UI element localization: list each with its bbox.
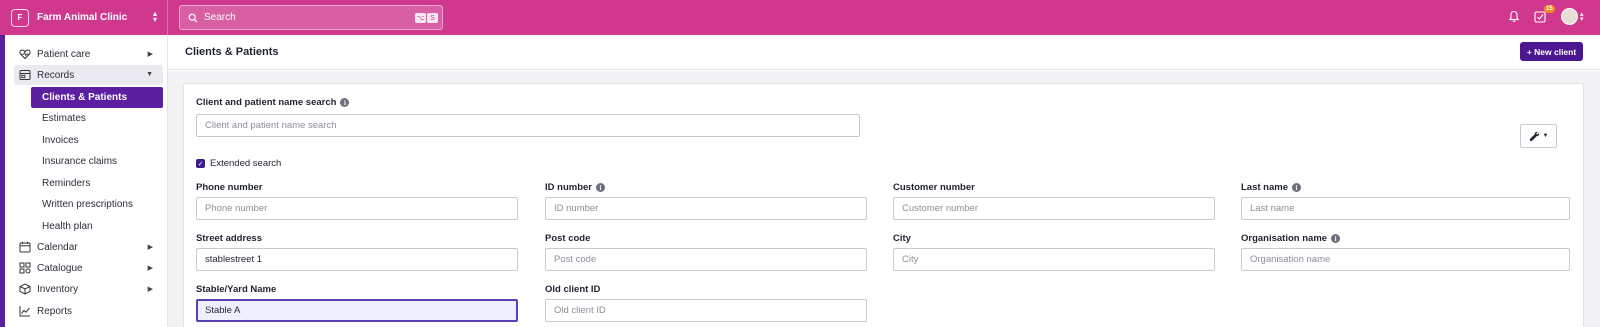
- name-search-label-text: Client and patient name search: [196, 97, 337, 108]
- tasks-badge: 15: [1544, 5, 1555, 13]
- phone-number-label: Phone number: [196, 182, 263, 193]
- id-number-input[interactable]: [545, 197, 867, 220]
- stable-yard-name-label-text: Stable/Yard Name: [196, 284, 277, 295]
- name-search-label: Client and patient name search i: [196, 97, 350, 108]
- sidebar-subitem-reminders[interactable]: Reminders: [31, 173, 163, 194]
- info-icon[interactable]: i: [1292, 183, 1301, 192]
- street-address-label-text: Street address: [196, 233, 263, 244]
- sidebar-item-patient-care[interactable]: Patient care ▶: [14, 44, 163, 64]
- shortcut-key-option: ⌥: [415, 13, 426, 23]
- caret-right-icon: ▶: [147, 286, 153, 293]
- extended-search-checkbox[interactable]: ✓ Extended search: [196, 158, 281, 169]
- info-icon[interactable]: i: [1331, 234, 1341, 243]
- records-icon: [19, 70, 31, 80]
- sidebar-item-records[interactable]: Records ▼: [14, 65, 163, 85]
- chevron-up-down-icon[interactable]: ▴ ▾: [1580, 11, 1584, 23]
- old-client-id-input[interactable]: [545, 299, 867, 322]
- checkmark-icon: ✓: [196, 159, 205, 168]
- sidebar-item-calendar[interactable]: Calendar ▶: [14, 237, 163, 257]
- caret-right-icon: ▶: [147, 51, 153, 58]
- city-input[interactable]: [893, 248, 1215, 271]
- sidebar-subitem-health-plan[interactable]: Health plan: [31, 216, 163, 237]
- sidebar-item-label: Catalogue: [37, 262, 83, 274]
- sidebar-item-label: Patient care: [37, 48, 91, 60]
- page-title: Clients & Patients: [185, 46, 279, 58]
- organisation-name-input[interactable]: [1241, 248, 1570, 271]
- customer-number-input[interactable]: [893, 197, 1215, 220]
- caret-down-icon: ▼: [146, 71, 153, 78]
- customer-number-label-text: Customer number: [893, 182, 975, 193]
- new-client-button[interactable]: + New client: [1520, 42, 1583, 61]
- wrench-icon: [1529, 131, 1539, 141]
- organisation-name-label: Organisation name i: [1241, 233, 1341, 244]
- sidebar-item-label: Records: [37, 69, 75, 81]
- customer-number-label: Customer number: [893, 182, 975, 193]
- stable-yard-name-label: Stable/Yard Name: [196, 284, 276, 295]
- page-header: Clients & Patients + New client: [168, 35, 1600, 70]
- main-content: Client and patient name search i ▼ ✓ Ext…: [168, 71, 1600, 327]
- info-icon[interactable]: i: [340, 98, 350, 107]
- street-address-label: Street address: [196, 233, 262, 244]
- id-number-label-text: ID number: [545, 182, 592, 193]
- id-number-label: ID number i: [545, 182, 605, 193]
- info-icon[interactable]: i: [595, 183, 605, 192]
- city-label: City: [893, 233, 911, 244]
- search-icon: [188, 13, 198, 22]
- heart-pulse-icon: [19, 49, 31, 60]
- name-search-input[interactable]: [196, 114, 860, 137]
- street-address-input[interactable]: [196, 248, 518, 271]
- caret-right-icon: ▶: [147, 265, 153, 272]
- post-code-label-text: Post code: [545, 233, 591, 244]
- last-name-label: Last name i: [1241, 182, 1301, 193]
- city-label-text: City: [893, 233, 911, 244]
- last-name-label-text: Last name: [1241, 182, 1288, 193]
- bell-icon[interactable]: [1508, 10, 1520, 23]
- sidebar-item-label: Inventory: [37, 283, 79, 295]
- phone-number-label-text: Phone number: [196, 182, 263, 193]
- organisation-name-label-text: Organisation name: [1241, 233, 1328, 244]
- phone-number-input[interactable]: [196, 197, 518, 220]
- sidebar-item-inventory[interactable]: Inventory ▶: [14, 279, 163, 299]
- sidebar-subitem-invoices[interactable]: Invoices: [31, 130, 163, 151]
- search-settings-button[interactable]: ▼: [1520, 124, 1557, 148]
- org-switcher[interactable]: F Farm Animal Clinic ▴ ▾: [5, 0, 168, 35]
- catalogue-icon: [19, 262, 31, 274]
- search-card: Client and patient name search i ▼ ✓ Ext…: [183, 83, 1584, 327]
- sidebar-item-reports[interactable]: Reports: [14, 301, 163, 321]
- stable-yard-name-input[interactable]: [196, 299, 518, 322]
- sidebar: Patient care ▶ Records ▼ Clients & Patie…: [5, 35, 168, 327]
- sidebar-subitem-clients-patients[interactable]: Clients & Patients: [31, 87, 163, 108]
- old-client-id-label: Old client ID: [545, 284, 600, 295]
- last-name-input[interactable]: [1241, 197, 1570, 220]
- sidebar-subitem-estimates[interactable]: Estimates: [31, 108, 163, 129]
- sidebar-subitem-written-prescriptions[interactable]: Written prescriptions: [31, 194, 163, 215]
- extended-search-label: Extended search: [210, 158, 282, 169]
- user-avatar[interactable]: [1561, 8, 1578, 25]
- chevron-up-down-icon: ▴ ▾: [152, 9, 157, 24]
- global-search[interactable]: Search ⌥ S: [179, 5, 443, 30]
- org-name: Farm Animal Clinic: [37, 12, 128, 23]
- post-code-input[interactable]: [545, 248, 867, 271]
- sidebar-item-label: Reports: [37, 305, 73, 317]
- chart-icon: [19, 306, 30, 317]
- search-label: Search: [204, 12, 236, 23]
- caret-right-icon: ▶: [147, 244, 153, 251]
- sidebar-item-label: Calendar: [37, 241, 78, 253]
- sidebar-item-catalogue[interactable]: Catalogue ▶: [14, 258, 163, 278]
- post-code-label: Post code: [545, 233, 590, 244]
- calendar-icon: [19, 241, 31, 253]
- org-avatar: F: [11, 8, 29, 27]
- sidebar-subitem-insurance-claims[interactable]: Insurance claims: [31, 151, 163, 172]
- box-icon: [19, 283, 31, 295]
- shortcut-key-s: S: [427, 13, 438, 23]
- caret-down-icon: ▼: [1542, 133, 1549, 139]
- old-client-id-label-text: Old client ID: [545, 284, 601, 295]
